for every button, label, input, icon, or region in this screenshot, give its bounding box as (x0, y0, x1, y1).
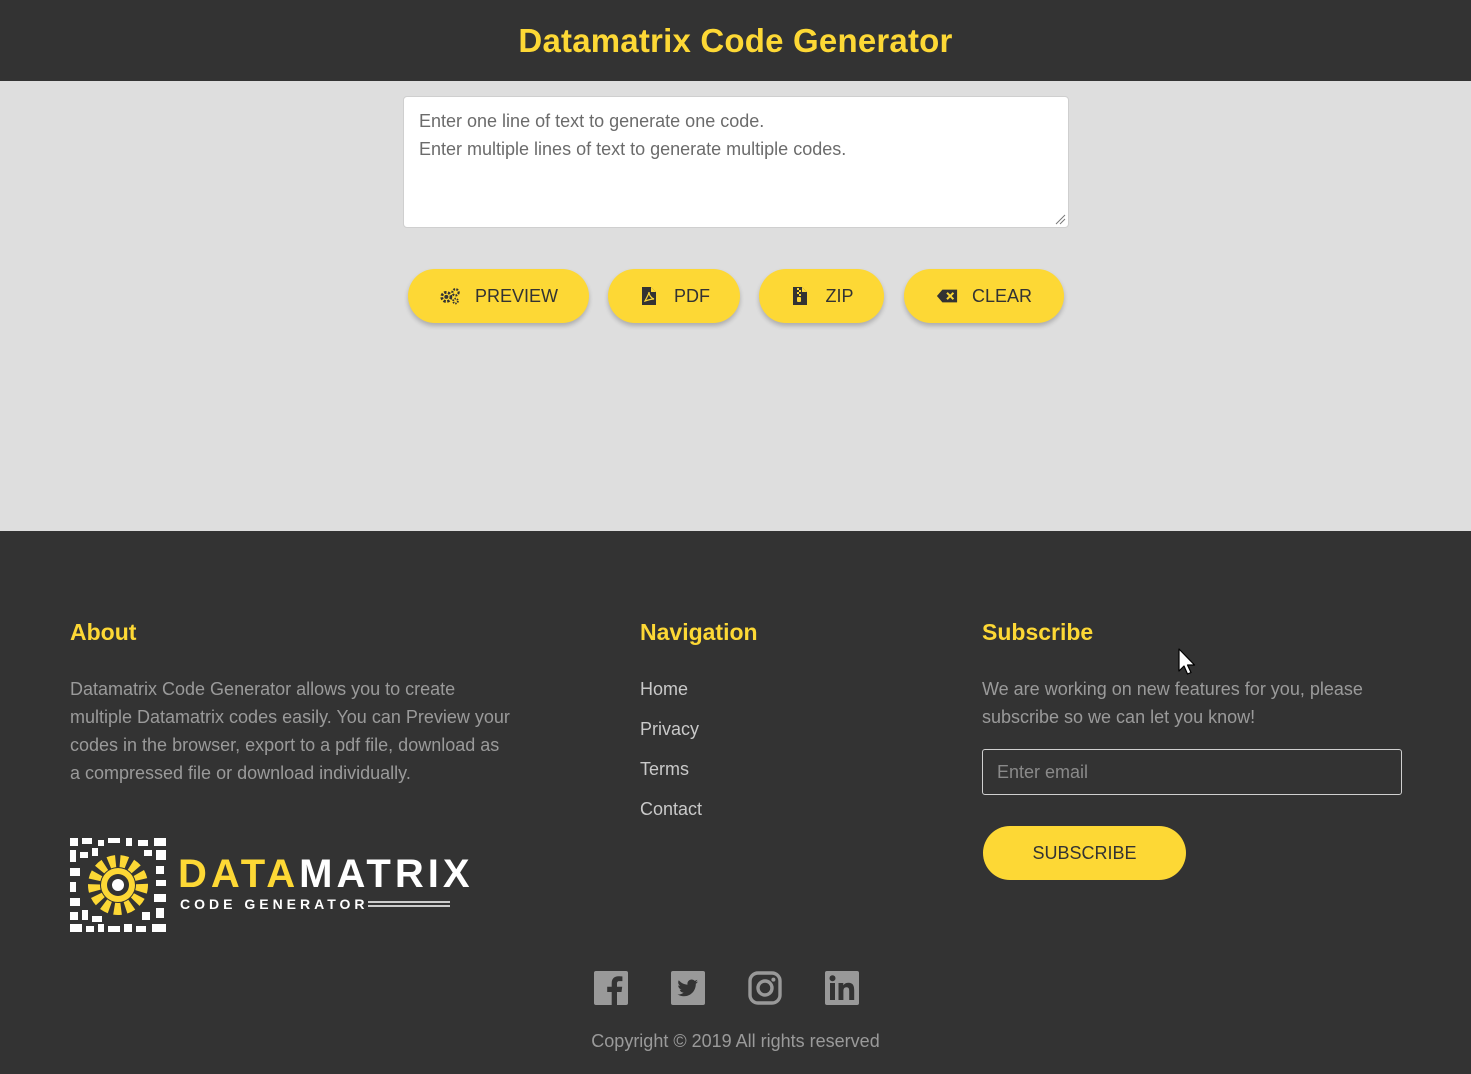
file-archive-icon (789, 286, 811, 306)
resize-handle-icon[interactable] (1054, 213, 1066, 225)
facebook-icon[interactable] (593, 970, 629, 1006)
zip-button-label: ZIP (825, 285, 854, 306)
subscribe-heading: Subscribe (982, 619, 1094, 645)
clear-button-label: CLEAR (971, 285, 1033, 306)
nav-link-terms[interactable]: Terms (640, 759, 689, 780)
logo-subtitle: CODE GENERATOR (180, 896, 369, 912)
navigation-heading: Navigation (640, 619, 758, 645)
backspace-icon (936, 286, 958, 306)
subscribe-text: We are working on new features for you, … (982, 679, 1363, 727)
copyright-text: Copyright © 2019 All rights reserved (591, 1031, 880, 1051)
main-area: PREVIEW PDF (0, 81, 1471, 531)
mouse-cursor-icon (1178, 648, 1196, 675)
footer: About Datamatrix Code Generator allows y… (0, 531, 1471, 1074)
text-input-container (403, 96, 1069, 228)
preview-button[interactable]: PREVIEW (408, 269, 589, 323)
preview-button-label: PREVIEW (474, 285, 558, 306)
nav-link-privacy[interactable]: Privacy (640, 719, 699, 740)
nav-link-contact[interactable]: Contact (640, 799, 702, 820)
page-title: Datamatrix Code Generator (518, 21, 953, 59)
clear-button[interactable]: CLEAR (904, 269, 1064, 323)
pdf-button[interactable]: PDF (608, 269, 740, 323)
gears-icon (439, 286, 461, 306)
logo-lines-decoration (368, 901, 450, 907)
subscribe-button[interactable]: SUBSCRIBE (983, 826, 1186, 880)
zip-button[interactable]: ZIP (759, 269, 884, 323)
code-text-input[interactable] (404, 97, 1068, 227)
pdf-button-label: PDF (674, 285, 710, 306)
nav-link-home[interactable]: Home (640, 679, 688, 700)
twitter-icon[interactable] (670, 970, 706, 1006)
logo-matrix-icon (70, 838, 166, 932)
about-text: Datamatrix Code Generator allows you to … (70, 679, 510, 783)
logo-wordmark: DATAMATRIX (178, 852, 474, 896)
linkedin-icon[interactable] (824, 970, 860, 1006)
instagram-icon[interactable] (747, 970, 783, 1006)
email-input[interactable] (982, 749, 1402, 795)
about-heading: About (70, 619, 137, 645)
brand-logo: DATAMATRIX CODE GENERATOR (70, 838, 470, 934)
file-pdf-icon (638, 286, 660, 306)
top-bar: Datamatrix Code Generator (0, 0, 1471, 81)
action-buttons: PREVIEW PDF ZIP CLEAR (0, 269, 1471, 323)
